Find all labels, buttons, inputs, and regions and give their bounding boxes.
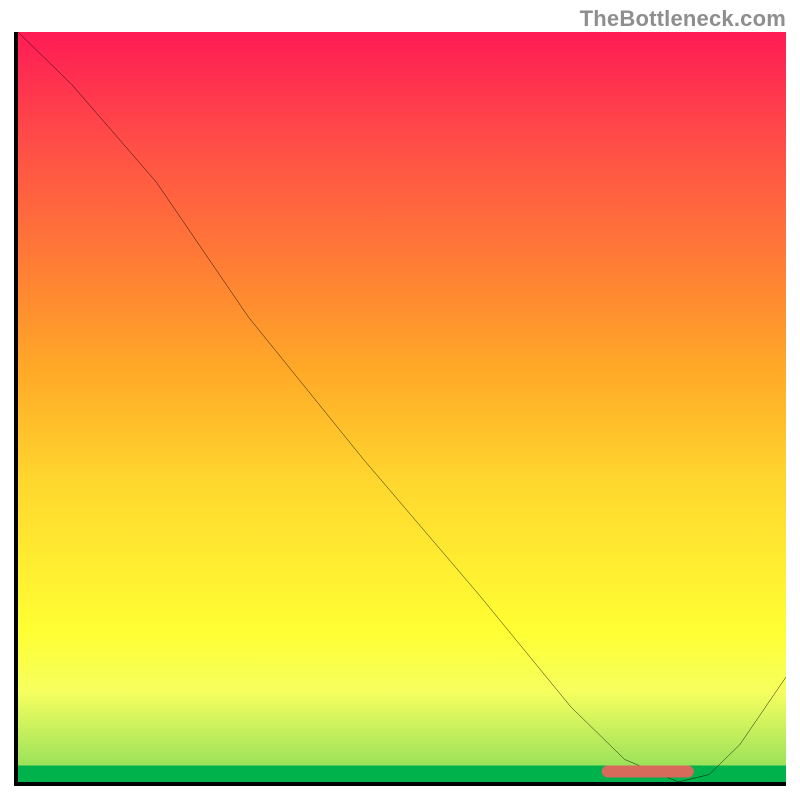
curve-layer <box>18 32 786 782</box>
plot-inner <box>18 32 786 782</box>
watermark-text: TheBottleneck.com <box>580 6 786 32</box>
plot-area <box>14 32 786 786</box>
optimal-marker <box>602 766 694 778</box>
chart-container: TheBottleneck.com <box>0 0 800 800</box>
bottleneck-curve-path <box>18 32 786 782</box>
